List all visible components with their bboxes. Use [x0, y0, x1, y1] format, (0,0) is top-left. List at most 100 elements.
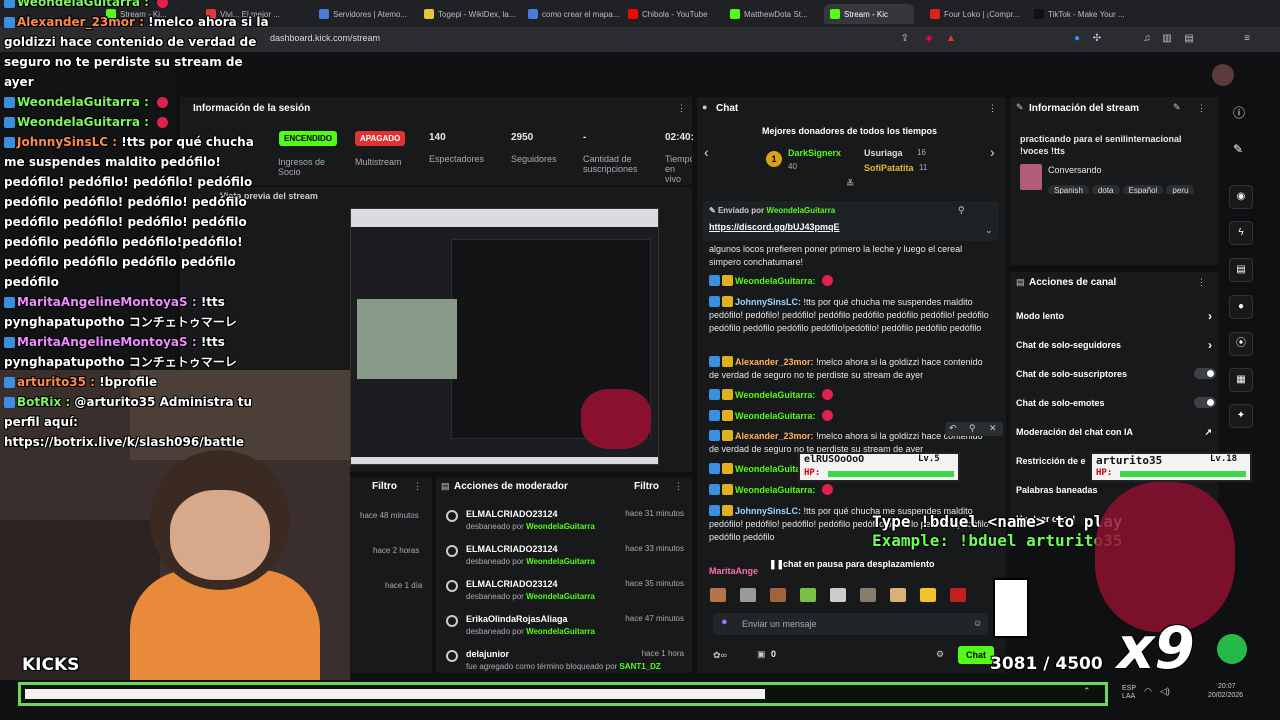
chat-username[interactable]: WeondelaGuitarra: — [735, 390, 815, 400]
channel-actions-more-icon[interactable]: ⋮ — [1197, 277, 1206, 288]
undo-icon[interactable] — [446, 580, 458, 592]
channel-action[interactable]: Chat de solo-seguidores › — [1016, 338, 1216, 352]
mod-action-row[interactable]: ErikaOlindaRojasAliaga desbaneado por Weo… — [446, 614, 688, 646]
wifi-icon[interactable]: ◠ — [1144, 686, 1152, 697]
chat-message[interactable]: WeondelaGuitarra: — [709, 389, 989, 402]
tag[interactable]: peru — [1166, 185, 1195, 194]
stream-info-more-icon[interactable]: ⋮ — [1197, 103, 1206, 114]
mod-target[interactable]: ErikaOlindaRojasAliaga — [466, 614, 568, 624]
chat-username[interactable]: WeondelaGuitarra: — [735, 411, 815, 421]
donor-name[interactable]: SofiPatatita — [864, 163, 914, 173]
chat-username[interactable]: Alexander_23mor: — [735, 431, 814, 441]
chat-username[interactable]: JohnnySinsLC: — [735, 297, 801, 307]
tag[interactable]: Spanish — [1048, 185, 1089, 194]
more-icon[interactable]: ⋮ — [677, 103, 686, 114]
activity-filter[interactable]: Filtro — [372, 481, 397, 492]
tray-chevron-icon[interactable]: ⌃ — [1083, 686, 1091, 697]
browser-tab[interactable]: Four Loko | ¡Compr... — [924, 4, 1020, 24]
mod-target[interactable]: ELMALCRIADO23124 — [466, 544, 558, 554]
unpin-icon[interactable]: ⚲ — [958, 205, 965, 216]
reply-icon[interactable]: ↶ — [949, 423, 957, 434]
channel-action[interactable]: Chat de solo-suscriptores — [1016, 368, 1216, 379]
emote[interactable] — [740, 588, 756, 602]
edit-icon[interactable]: ✎ — [1173, 102, 1181, 113]
off-button[interactable]: APAGADO — [355, 131, 406, 146]
camera-icon[interactable]: ◉ — [1229, 185, 1253, 209]
donor-name[interactable]: DarkSignerx — [788, 148, 841, 158]
mod-target[interactable]: ELMALCRIADO23124 — [466, 579, 558, 589]
chat-message[interactable]: Alexander_23mor: !melco ahora si la gold… — [709, 356, 989, 382]
emote[interactable] — [860, 588, 876, 602]
mod-action-row[interactable]: ELMALCRIADO23124 desbaneado por WeondelaG… — [446, 509, 688, 541]
avatar[interactable] — [1212, 64, 1234, 86]
chat-username[interactable]: JohnnySinsLC: — [735, 506, 801, 516]
chat-message[interactable]: WeondelaGuitarra: — [709, 484, 989, 497]
browser-tab[interactable]: Servidores | Atemo... — [313, 4, 413, 24]
mod-target[interactable]: ELMALCRIADO23124 — [466, 509, 558, 519]
stream-preview-video[interactable] — [350, 208, 659, 465]
chat-username[interactable]: Alexander_23mor: — [735, 357, 814, 367]
expand-icon[interactable]: ⌄ — [985, 225, 993, 236]
chat-username[interactable]: MaritaAnge — [709, 566, 758, 576]
emoji-icon[interactable]: ☺ — [973, 618, 982, 628]
undo-icon[interactable] — [446, 545, 458, 557]
channel-action[interactable]: Moderación del chat con IA ↗ — [1016, 427, 1216, 437]
browser-tab[interactable]: Togepi - WikiDex, la... — [418, 4, 518, 24]
mod-more-icon[interactable]: ⋮ — [674, 481, 683, 492]
collapse-icon[interactable]: ≚ — [846, 179, 854, 190]
store-icon[interactable]: ▣ — [757, 649, 766, 660]
url-text[interactable]: dashboard.kick.com/stream — [270, 33, 380, 43]
chat-message[interactable]: WeondelaGuitarra: — [709, 275, 989, 288]
activity-more-icon[interactable]: ⋮ — [413, 481, 422, 492]
chat-input[interactable]: ● Enviar un mensaje ☺ — [713, 613, 988, 635]
chat-message[interactable]: algunos locos prefieren poner primero la… — [709, 243, 989, 269]
emote[interactable] — [770, 588, 786, 602]
lightning-icon[interactable]: ϟ — [1229, 221, 1253, 245]
music-icon[interactable]: ♫ — [1140, 32, 1154, 46]
send-chat-button[interactable]: Chat — [958, 646, 994, 664]
channel-action[interactable]: Chat de solo-emotes — [1016, 397, 1216, 408]
browser-tab[interactable]: TikTok - Make Your ... — [1028, 4, 1124, 24]
menu-icon[interactable]: ≡ — [1240, 32, 1254, 46]
share-icon[interactable]: ⇪ — [898, 32, 912, 46]
sidebar-icon[interactable]: ▥ — [1160, 32, 1174, 46]
toggle-switch[interactable] — [1194, 397, 1216, 408]
chat-username[interactable]: WeondelaGuitarra: — [735, 276, 815, 286]
chat-icon[interactable]: ● — [1229, 295, 1253, 319]
volume-icon[interactable]: ◁) — [1160, 686, 1170, 697]
undo-icon[interactable] — [446, 650, 458, 662]
emote[interactable] — [920, 588, 936, 602]
browser-tab[interactable]: como crear el mapa... — [522, 4, 622, 24]
chat-message[interactable]: JohnnySinsLC: !tts por qué chucha me sus… — [709, 296, 989, 335]
mod-name[interactable]: WeondelaGuitarra — [526, 627, 595, 636]
chat-username[interactable]: WeondelaGuitarra: — [735, 485, 815, 495]
undo-icon[interactable] — [446, 615, 458, 627]
tag[interactable]: dota — [1091, 185, 1120, 194]
undo-icon[interactable] — [446, 510, 458, 522]
pinned-user[interactable]: WeondelaGuitarra — [766, 206, 835, 215]
mod-action-row[interactable]: delajunior fue agregado como término bloq… — [446, 649, 688, 681]
browser-tab[interactable]: Stream - Kic — [824, 4, 914, 24]
delete-icon[interactable]: ✕ — [989, 423, 997, 434]
mod-action-row[interactable]: ELMALCRIADO23124 desbaneado por WeondelaG… — [446, 579, 688, 611]
chat-more-icon[interactable]: ⋮ — [988, 103, 997, 114]
on-button[interactable]: ENCENDIDO — [279, 131, 338, 146]
emote[interactable] — [800, 588, 816, 602]
pinned-link[interactable]: https://discord.gg/bUJ43pmqE — [709, 222, 840, 232]
tag[interactable]: Español — [1122, 185, 1164, 194]
toggle-switch[interactable] — [1194, 368, 1216, 379]
puzzle-icon[interactable]: ✣ — [1090, 32, 1104, 46]
emote[interactable] — [890, 588, 906, 602]
brave-rewards-icon[interactable]: ▲ — [944, 32, 958, 46]
browser-tab[interactable]: MatthewDota St... — [724, 4, 820, 24]
emote[interactable] — [950, 588, 966, 602]
tool-icon[interactable]: ✦ — [1229, 404, 1253, 428]
pencil-icon[interactable]: ✎ — [1233, 142, 1243, 156]
tray-lang[interactable]: ESP LAA — [1122, 685, 1140, 701]
browser-tab[interactable]: Chibola - YouTube — [622, 4, 722, 24]
info-icon[interactable]: ⓘ — [1233, 104, 1245, 121]
channel-action[interactable]: Modo lento › — [1016, 309, 1216, 323]
mod-name[interactable]: WeondelaGuitarra — [526, 592, 595, 601]
mod-action-row[interactable]: ELMALCRIADO23124 desbaneado por WeondelaG… — [446, 544, 688, 576]
mod-name[interactable]: WeondelaGuitarra — [526, 522, 595, 531]
